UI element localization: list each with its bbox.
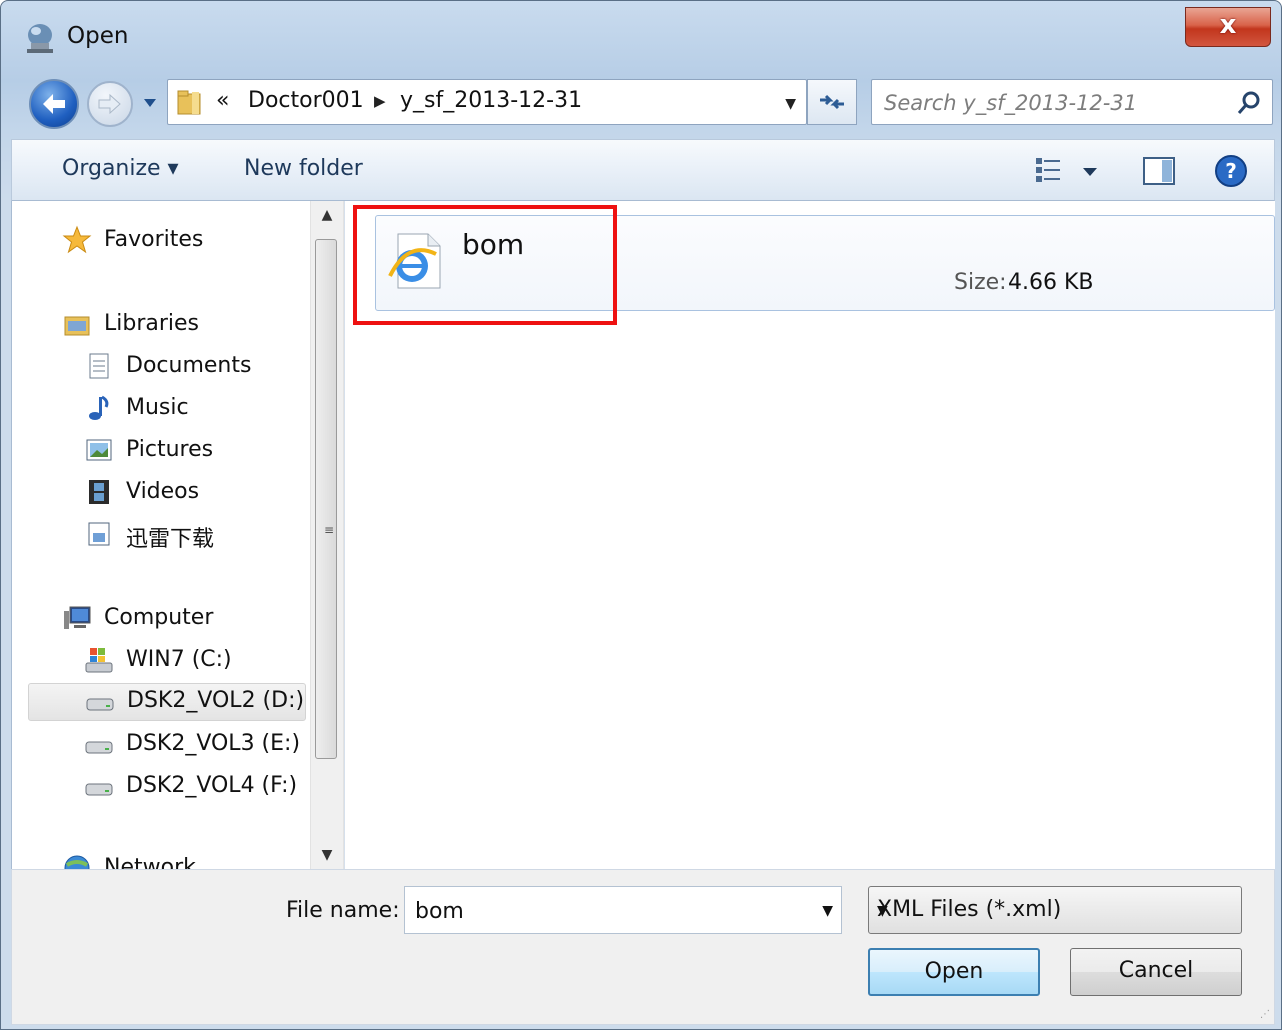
scroll-thumb[interactable]: ≡ — [315, 239, 337, 759]
back-arrow-icon — [43, 94, 65, 114]
documents-icon — [89, 353, 109, 379]
annotation-highlight-box — [353, 205, 617, 325]
forward-button[interactable] — [87, 81, 133, 127]
nav-pictures-label: Pictures — [126, 437, 214, 462]
forward-arrow-icon — [98, 93, 121, 115]
window-title: Open — [67, 23, 129, 49]
file-name-dropdown-icon[interactable]: ▼ — [822, 903, 833, 919]
close-icon: x — [1219, 10, 1237, 40]
content-area: Favorites Libraries Documents Music Pict… — [11, 201, 1275, 869]
hard-drive-icon — [85, 783, 113, 796]
libraries-icon — [64, 316, 90, 336]
nav-network-label: Network — [104, 855, 196, 869]
nav-favorites-label: Favorites — [104, 227, 204, 252]
preview-pane-icon[interactable] — [1142, 154, 1176, 188]
cancel-button[interactable]: Cancel — [1070, 948, 1242, 996]
nav-libraries-label: Libraries — [104, 311, 200, 336]
search-icon[interactable] — [1236, 90, 1262, 116]
videos-icon — [89, 480, 109, 504]
title-bar: Open x — [1, 1, 1281, 77]
hard-drive-icon — [86, 698, 114, 711]
nav-music-label: Music — [126, 395, 189, 420]
network-folder-icon — [27, 24, 53, 53]
chevron-down-icon: ▼ — [877, 903, 888, 919]
breadcrumb-chevron-icon[interactable]: ▶ — [374, 92, 386, 110]
star-icon — [62, 225, 92, 254]
new-folder-button[interactable]: New folder — [244, 156, 363, 181]
nav-drive-d[interactable]: DSK2_VOL2 (D:) — [28, 683, 306, 721]
hard-drive-icon — [85, 741, 113, 754]
refresh-icon — [820, 94, 844, 110]
nav-drive-c-label: WIN7 (C:) — [126, 647, 232, 672]
folder-icon — [177, 90, 201, 115]
nav-videos-label: Videos — [126, 479, 200, 504]
command-bar: Organize ▾ New folder ? — [11, 139, 1275, 201]
nav-documents-label: Documents — [126, 353, 252, 378]
address-bar[interactable]: « Doctor001 ▶ y_sf_2013-12-31 ▼ — [167, 79, 807, 125]
nav-drive-d-label: DSK2_VOL2 (D:) — [127, 688, 305, 713]
dialog-footer: File name: ▼ XML Files (*.xml) ▼ Open Ca… — [11, 869, 1275, 1025]
file-name-input[interactable] — [413, 895, 797, 927]
scroll-up-icon[interactable]: ▲ — [311, 207, 343, 223]
pictures-icon — [86, 439, 112, 461]
svg-text:?: ? — [1225, 159, 1237, 183]
file-name-combobox[interactable]: ▼ — [404, 886, 842, 934]
address-dropdown-icon[interactable]: ▼ — [785, 96, 796, 112]
help-icon[interactable]: ? — [1214, 154, 1248, 188]
download-folder-icon — [88, 522, 110, 546]
navigation-scrollbar[interactable]: ▲ ≡ ▼ — [310, 201, 344, 869]
close-button[interactable]: x — [1185, 7, 1271, 47]
scroll-grip-icon: ≡ — [324, 523, 335, 537]
breadcrumb-overflow[interactable]: « — [216, 88, 229, 113]
open-button[interactable]: Open — [868, 948, 1040, 996]
refresh-button[interactable] — [807, 79, 857, 125]
file-size-value: 4.66 KB — [1008, 270, 1094, 295]
open-dialog: Open x « Doctor001 ▶ y_sf_2013-12-31 ▼ S… — [0, 0, 1282, 1030]
network-icon — [64, 855, 90, 869]
file-name-label: File name: — [286, 898, 400, 923]
nav-drive-e-label: DSK2_VOL3 (E:) — [126, 731, 301, 756]
file-type-filter-select[interactable]: XML Files (*.xml) ▼ — [868, 886, 1242, 934]
nav-xunlei-label: 迅雷下载 — [126, 527, 215, 552]
back-button[interactable] — [29, 79, 79, 129]
search-input[interactable] — [882, 86, 1226, 120]
breadcrumb-doctor001[interactable]: Doctor001 — [248, 88, 364, 113]
recent-locations-dropdown-icon[interactable] — [142, 95, 158, 111]
nav-computer-label: Computer — [104, 605, 214, 630]
nav-drive-f-label: DSK2_VOL4 (F:) — [126, 773, 298, 798]
file-size-label: Size: — [954, 270, 1007, 295]
music-icon — [89, 395, 109, 420]
navigation-pane: Favorites Libraries Documents Music Pict… — [12, 201, 312, 869]
computer-icon — [64, 606, 91, 629]
breadcrumb-current-folder[interactable]: y_sf_2013-12-31 — [400, 88, 582, 113]
view-options-icon[interactable] — [1032, 154, 1066, 188]
view-dropdown-icon[interactable] — [1080, 162, 1100, 182]
scroll-down-icon[interactable]: ▼ — [311, 847, 343, 863]
system-drive-icon — [85, 648, 113, 673]
organize-button[interactable]: Organize ▾ — [62, 156, 179, 181]
resize-grip-icon[interactable]: ⋰ — [1260, 1009, 1270, 1020]
search-box[interactable] — [871, 79, 1273, 125]
